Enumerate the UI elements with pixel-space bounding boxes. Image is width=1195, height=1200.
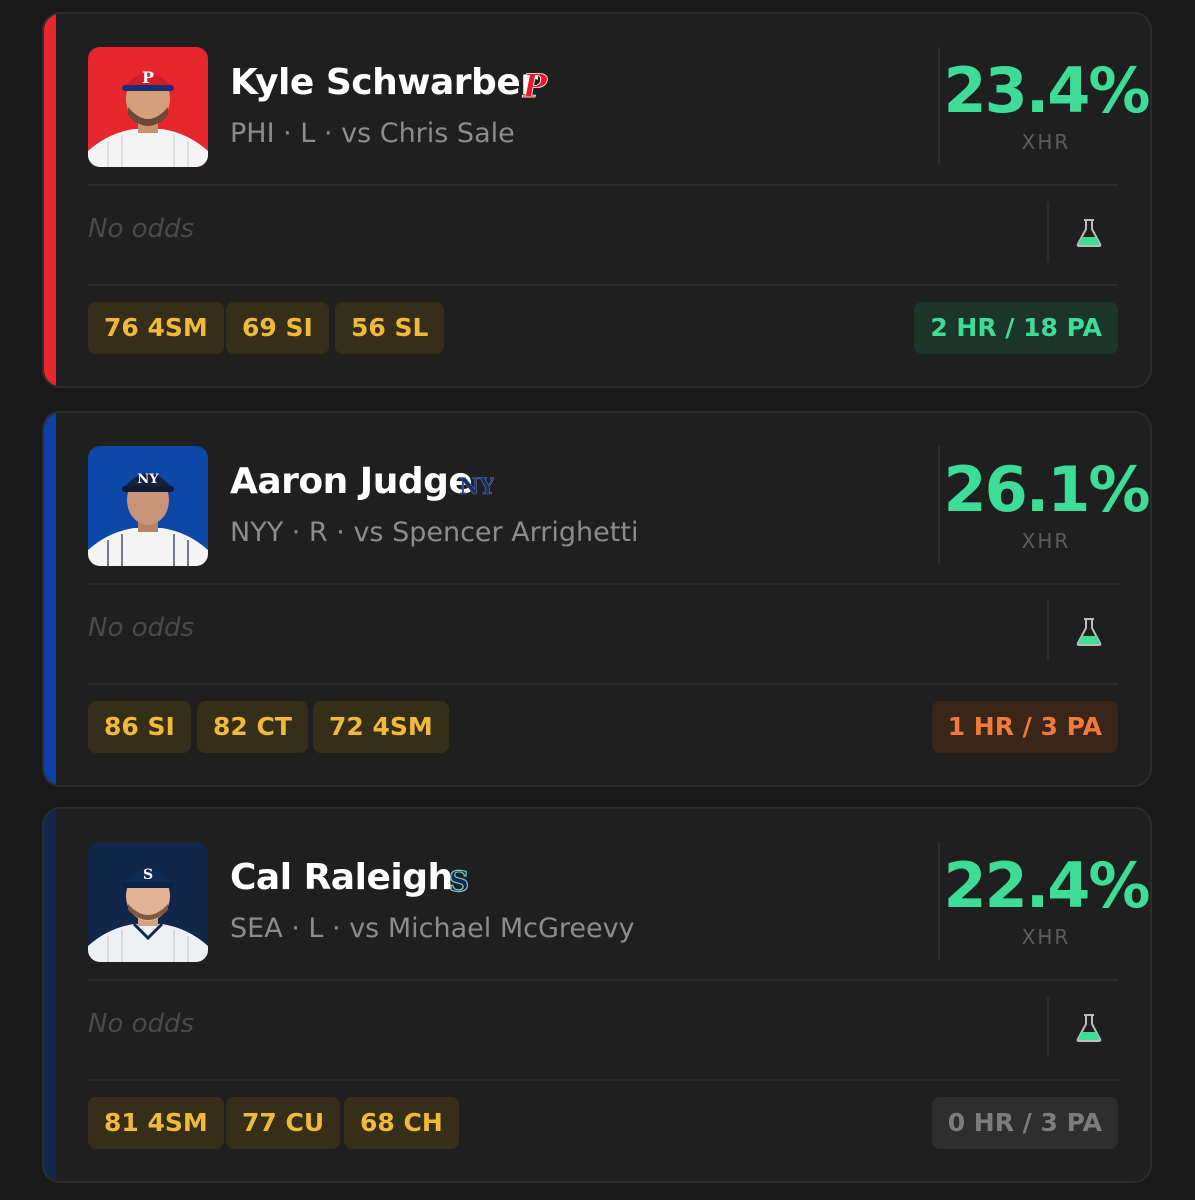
pitch-pill: 86 SI [88,701,191,753]
player-name[interactable]: Aaron Judge [230,461,473,502]
hr-pa-badge: 1 HR / 3 PA [931,701,1118,753]
yankees-ny-logo-icon: NY [459,467,496,501]
flask-icon[interactable] [1074,1012,1104,1044]
card-accent-bar [44,413,56,785]
xhr-value: 23.4% [943,54,1150,127]
player-card[interactable]: P Kyle Schwarber P PHI · L · vs Chris Sa… [42,12,1152,388]
xhr-label: XHR [1021,130,1071,154]
player-matchup: SEA · L · vs Michael McGreevy [230,913,635,944]
xhr-value: 22.4% [943,849,1150,922]
divider [88,1079,1118,1081]
phillies-p-logo-icon: P [520,67,550,106]
player-avatar: NY [88,446,208,566]
card-accent-bar [44,14,56,386]
pitch-pill: 56 SL [335,302,445,354]
mariners-s-logo-icon: S [444,863,474,898]
divider [1047,202,1049,262]
player-matchup: PHI · L · vs Chris Sale [230,118,515,149]
svg-text:NY: NY [137,472,159,487]
divider [88,683,1118,685]
player-avatar: S [88,842,208,962]
pitch-pill: 69 SI [226,302,329,354]
divider [88,583,1118,585]
odds-text: No odds [88,214,195,244]
pitch-pill: 72 4SM [313,701,449,753]
player-name[interactable]: Cal Raleigh [230,857,453,898]
player-card[interactable]: S Cal Raleigh S SEA · L · vs Michael McG… [42,807,1152,1183]
flask-icon[interactable] [1074,217,1104,249]
xhr-label: XHR [1021,529,1071,553]
svg-text:S: S [143,867,153,883]
player-name[interactable]: Kyle Schwarber [230,62,538,103]
divider [1047,997,1049,1057]
divider [1047,601,1049,661]
svg-text:P: P [522,68,548,102]
svg-text:P: P [142,68,154,87]
hr-pa-badge: 0 HR / 3 PA [931,1097,1118,1149]
odds-text: No odds [88,613,195,643]
pitch-pill: 76 4SM [88,302,224,354]
divider [88,184,1118,186]
divider [88,979,1118,981]
hr-pa-badge: 2 HR / 18 PA [914,302,1118,354]
pitch-pill: 82 CT [197,701,308,753]
player-avatar: P [88,47,208,167]
svg-text:NY: NY [460,474,494,500]
xhr-value: 26.1% [943,453,1150,526]
pitch-pill: 77 CU [226,1097,341,1149]
odds-text: No odds [88,1009,195,1039]
player-card[interactable]: NY Aaron Judge NY NYY · R · vs Spencer A… [42,411,1152,787]
flask-icon[interactable] [1074,616,1104,648]
divider [88,284,1118,286]
pitch-pill: 68 CH [344,1097,459,1149]
xhr-label: XHR [1021,925,1071,949]
player-matchup: NYY · R · vs Spencer Arrighetti [230,517,639,548]
pitch-pill: 81 4SM [88,1097,224,1149]
svg-text:S: S [449,865,469,897]
card-accent-bar [44,809,56,1181]
